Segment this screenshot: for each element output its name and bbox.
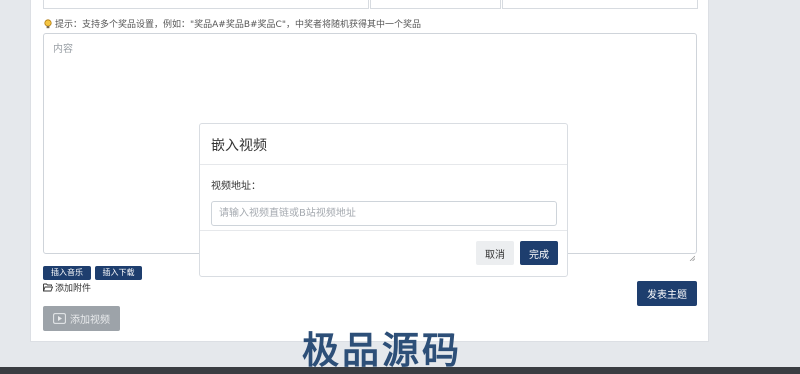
dialog-footer: 取消 完成 — [200, 230, 567, 278]
editor-placeholder: 内容 — [53, 44, 73, 55]
field-cell-1[interactable] — [43, 0, 369, 9]
lightbulb-icon — [43, 19, 53, 29]
bottom-bar — [0, 367, 800, 374]
video-url-label: 视频地址： — [211, 181, 261, 192]
cancel-button[interactable]: 取消 — [476, 241, 514, 265]
add-video-button[interactable]: 添加视频 — [43, 306, 120, 331]
dialog-body: 视频地址： — [211, 177, 557, 226]
add-video-label: 添加视频 — [70, 315, 110, 326]
embed-video-dialog: 嵌入视频 视频地址： 取消 完成 — [199, 123, 568, 277]
insert-download-button[interactable]: 插入下载 — [95, 266, 142, 280]
prize-tip-text: 提示：支持多个奖品设置，例如："奖品A#奖品B#奖品C"，中奖者将随机获得其中一… — [55, 20, 421, 30]
dialog-title: 嵌入视频 — [200, 124, 567, 165]
top-fields-row — [43, 0, 698, 9]
folder-open-icon — [43, 283, 54, 292]
field-cell-3[interactable] — [502, 0, 698, 9]
prize-tip: 提示：支持多个奖品设置，例如："奖品A#奖品B#奖品C"，中奖者将随机获得其中一… — [43, 19, 421, 31]
publish-topic-button[interactable]: 发表主题 — [637, 281, 697, 306]
resize-grip-icon[interactable] — [689, 246, 696, 262]
add-attachment-label: 添加附件 — [55, 284, 92, 294]
watermark-text: 极品源码 — [302, 329, 462, 372]
video-url-input[interactable] — [211, 201, 557, 226]
add-attachment-link[interactable]: 添加附件 — [43, 283, 91, 295]
play-icon — [53, 313, 66, 324]
insert-music-button[interactable]: 插入音乐 — [43, 266, 91, 280]
field-cell-2[interactable] — [370, 0, 501, 9]
content-editor[interactable]: 内容 嵌入视频 视频地址： 取消 完成 — [43, 33, 697, 277]
done-button[interactable]: 完成 — [520, 241, 558, 265]
post-form-panel: 提示：支持多个奖品设置，例如："奖品A#奖品B#奖品C"，中奖者将随机获得其中一… — [30, 0, 709, 342]
